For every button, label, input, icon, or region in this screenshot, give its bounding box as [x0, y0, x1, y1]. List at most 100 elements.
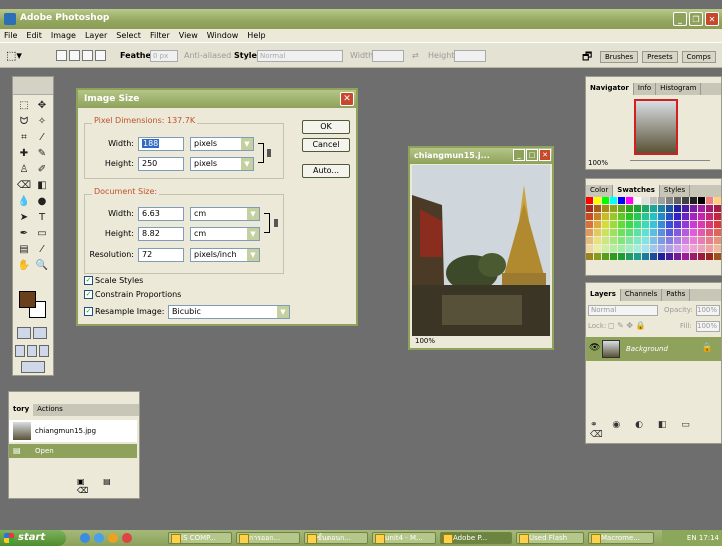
color-swatch[interactable]: [682, 213, 689, 220]
resample-method-select[interactable]: Bicubic ▼: [168, 305, 290, 319]
constrain-proportions-checkbox[interactable]: ✓ Constrain Proportions: [84, 290, 181, 299]
move-icon[interactable]: ✥: [34, 99, 50, 112]
navigator-zoom[interactable]: 100%: [588, 159, 608, 167]
color-swatch[interactable]: [602, 229, 609, 236]
px-height-input[interactable]: 250: [138, 157, 184, 171]
dodge-icon[interactable]: ●: [34, 195, 50, 208]
color-swatch[interactable]: [594, 253, 601, 260]
color-swatch[interactable]: [682, 197, 689, 204]
color-swatch[interactable]: [674, 205, 681, 212]
color-swatch[interactable]: [602, 237, 609, 244]
menu-image[interactable]: Image: [51, 31, 76, 40]
color-swatch[interactable]: [666, 221, 673, 228]
color-swatch[interactable]: [634, 197, 641, 204]
color-swatch[interactable]: [674, 245, 681, 252]
color-swatch[interactable]: [714, 221, 721, 228]
color-swatch[interactable]: [618, 221, 625, 228]
menu-help[interactable]: Help: [247, 31, 265, 40]
color-swatch[interactable]: [610, 253, 617, 260]
color-swatch[interactable]: [666, 245, 673, 252]
history-snapshot-row[interactable]: chiangmun15.jpg: [9, 420, 137, 442]
color-swatch[interactable]: [698, 213, 705, 220]
color-swatch[interactable]: [658, 221, 665, 228]
color-swatch[interactable]: [658, 213, 665, 220]
color-swatch[interactable]: [690, 245, 697, 252]
color-swatch[interactable]: [674, 253, 681, 260]
color-swatch[interactable]: [650, 205, 657, 212]
swatch-grid[interactable]: [586, 197, 721, 260]
intersect-selection-icon[interactable]: [95, 50, 106, 61]
palette-well-brushes[interactable]: Brushes: [600, 51, 639, 63]
color-swatch[interactable]: [690, 253, 697, 260]
color-swatch[interactable]: [610, 205, 617, 212]
auto-button[interactable]: Auto...: [302, 164, 350, 178]
color-swatch[interactable]: [634, 213, 641, 220]
color-swatch[interactable]: [706, 245, 713, 252]
color-swatch[interactable]: [610, 213, 617, 220]
color-swatch[interactable]: [650, 237, 657, 244]
doc-height-input[interactable]: 8.82: [138, 227, 184, 241]
color-swatch[interactable]: [586, 229, 593, 236]
color-swatch[interactable]: [714, 237, 721, 244]
color-swatch[interactable]: [698, 237, 705, 244]
tab-paths[interactable]: Paths: [662, 289, 691, 301]
eraser-icon[interactable]: ⌫: [16, 179, 32, 192]
color-swatch[interactable]: [618, 197, 625, 204]
color-swatch[interactable]: [666, 237, 673, 244]
tab-navigator[interactable]: Navigator: [586, 83, 634, 95]
color-swatch[interactable]: [634, 253, 641, 260]
menu-filter[interactable]: Filter: [150, 31, 170, 40]
px-height-unit-select[interactable]: pixels ▼: [190, 157, 254, 171]
tab-styles[interactable]: Styles: [660, 185, 691, 197]
document-canvas[interactable]: [412, 165, 550, 337]
color-swatch[interactable]: [586, 253, 593, 260]
pen-icon[interactable]: ✒: [16, 227, 32, 240]
path-select-icon[interactable]: ➤: [16, 211, 32, 224]
menu-edit[interactable]: Edit: [26, 31, 42, 40]
language-indicator[interactable]: EN: [687, 534, 697, 542]
tab-channels[interactable]: Channels: [621, 289, 663, 301]
tab-histogram[interactable]: Histogram: [656, 83, 702, 95]
task-doc-1[interactable]: การออก...: [236, 532, 300, 544]
menu-window[interactable]: Window: [207, 31, 239, 40]
slice-icon[interactable]: ⁄: [34, 131, 50, 144]
color-swatch[interactable]: [658, 229, 665, 236]
color-swatch[interactable]: [650, 245, 657, 252]
color-swatch[interactable]: [706, 205, 713, 212]
tab-layers[interactable]: Layers: [586, 289, 621, 301]
color-swatch[interactable]: [682, 221, 689, 228]
tab-info[interactable]: Info: [634, 83, 657, 95]
doc-height-unit-select[interactable]: cm ▼: [190, 227, 260, 241]
color-swatch[interactable]: [698, 197, 705, 204]
layer-actions[interactable]: ⚭ ◉ ◐ ◧ ▭ ⌫: [590, 420, 721, 440]
screen-mode-standard-icon[interactable]: [15, 345, 25, 357]
color-swatch[interactable]: [634, 205, 641, 212]
color-swatch[interactable]: [658, 253, 665, 260]
color-swatch[interactable]: [618, 213, 625, 220]
quicklaunch-app-icon[interactable]: [122, 533, 132, 543]
lasso-icon[interactable]: ᗢ: [16, 115, 32, 128]
color-swatch[interactable]: [642, 229, 649, 236]
menu-layer[interactable]: Layer: [85, 31, 107, 40]
color-swatch[interactable]: [658, 237, 665, 244]
color-swatch[interactable]: [602, 253, 609, 260]
color-swatch[interactable]: [642, 197, 649, 204]
doc-close-button[interactable]: ✕: [539, 149, 551, 161]
marquee-icon[interactable]: ⬚: [16, 99, 32, 112]
color-swatch[interactable]: [626, 213, 633, 220]
magic-wand-icon[interactable]: ✧: [34, 115, 50, 128]
doc-minimize-button[interactable]: _: [513, 149, 525, 161]
quicklaunch-media-icon[interactable]: [108, 533, 118, 543]
history-actions[interactable]: ▣ ▤ ⌫: [77, 477, 139, 495]
color-swatch[interactable]: [690, 197, 697, 204]
task-used-flash[interactable]: Used Flash: [516, 532, 584, 544]
color-swatch[interactable]: [626, 237, 633, 244]
tab-history[interactable]: tory: [9, 404, 34, 416]
tab-actions[interactable]: Actions: [33, 404, 67, 416]
brush-icon[interactable]: ✎: [34, 147, 50, 160]
color-swatch[interactable]: [690, 213, 697, 220]
color-swatch[interactable]: [642, 237, 649, 244]
color-swatch[interactable]: [674, 197, 681, 204]
color-swatch[interactable]: [634, 221, 641, 228]
color-swatch[interactable]: [714, 197, 721, 204]
